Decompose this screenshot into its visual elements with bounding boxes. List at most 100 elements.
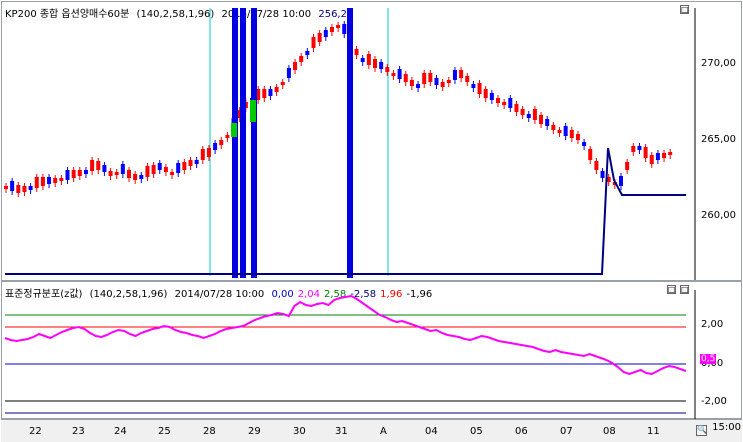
signal-bar	[251, 8, 257, 278]
price-candle-body	[90, 160, 95, 171]
price-candle-body	[108, 171, 113, 176]
price-candle-body	[477, 83, 482, 94]
price-candle-body	[440, 82, 445, 87]
price-candle-body	[563, 126, 568, 136]
price-candle-body	[59, 178, 64, 181]
price-candle-body	[28, 186, 33, 190]
price-candle-body	[569, 130, 574, 138]
price-candle-body	[655, 153, 660, 160]
price-candle-body	[120, 164, 125, 174]
price-candle-body	[385, 67, 390, 72]
price-candle-body	[47, 177, 52, 184]
price-candle-body	[446, 80, 451, 83]
price-candle-body	[366, 54, 371, 65]
price-candle-body	[323, 30, 328, 37]
signal-bar	[232, 8, 238, 278]
price-candle-body	[151, 165, 156, 174]
price-candle-body	[545, 119, 550, 126]
price-candle-body	[434, 78, 439, 85]
price-candle-body	[268, 89, 273, 96]
price-candle-body	[133, 174, 138, 180]
price-candle-body	[465, 76, 470, 82]
chart-canvas	[4, 8, 696, 419]
price-candle-body	[206, 148, 211, 157]
price-candle-body	[40, 177, 45, 186]
price-candle-body	[22, 186, 27, 192]
price-candle-body	[34, 177, 39, 188]
price-candle-body	[496, 98, 500, 103]
price-candle-body	[643, 147, 648, 158]
price-candle-body	[575, 134, 580, 140]
price-candle-body	[83, 170, 88, 174]
price-candle-body	[157, 163, 162, 170]
price-candle-body	[170, 172, 175, 175]
price-candle-body	[600, 171, 605, 178]
price-candle-body	[329, 27, 334, 32]
price-candle-body	[16, 185, 21, 193]
price-candle-body	[305, 51, 310, 55]
price-candle-body	[379, 62, 384, 69]
price-candle-body	[557, 130, 562, 133]
price-candle-body	[594, 161, 599, 170]
price-candle-body	[114, 172, 119, 175]
price-candle-body	[4, 186, 8, 189]
zscore-line	[4, 294, 687, 376]
price-candle-body	[176, 163, 181, 173]
price-candle-body	[354, 49, 359, 55]
price-candle-body	[200, 149, 205, 160]
price-candle-body	[539, 115, 544, 124]
price-candle-body	[471, 84, 476, 88]
price-candle-body	[520, 109, 525, 115]
price-candle-body	[625, 162, 630, 170]
signal-highlight	[231, 123, 237, 137]
price-candle-body	[163, 167, 168, 172]
price-candle-body	[649, 155, 654, 164]
price-candle-body	[428, 73, 433, 82]
price-candle-body	[416, 84, 421, 88]
price-candle-body	[409, 80, 414, 86]
price-candle-body	[489, 93, 494, 100]
price-candle-body	[582, 142, 587, 146]
price-candle-body	[631, 146, 636, 152]
price-candle-body	[452, 70, 457, 80]
price-candle-body	[96, 161, 101, 170]
price-candle-body	[637, 146, 642, 150]
signal-bar	[347, 8, 353, 278]
price-candle-body	[526, 114, 531, 118]
price-candle-body	[286, 68, 291, 78]
price-candle-body	[71, 170, 76, 178]
price-candle-body	[77, 170, 82, 176]
price-candle-body	[127, 170, 131, 178]
price-candle-body	[668, 152, 673, 155]
price-candle-body	[373, 59, 377, 68]
price-candle-body	[274, 87, 279, 92]
price-candle-body	[182, 162, 187, 170]
price-candle-body	[280, 82, 285, 85]
price-candle-body	[219, 140, 224, 145]
price-candle-body	[508, 98, 513, 108]
price-candle-body	[391, 73, 396, 76]
price-candle-body	[262, 89, 267, 98]
price-candle-body	[65, 170, 70, 180]
price-candle-body	[293, 62, 298, 70]
signal-highlight	[250, 100, 256, 122]
price-candle-body	[360, 58, 365, 62]
price-candle-body	[502, 102, 507, 105]
price-candle-body	[551, 125, 556, 130]
price-candle-body	[422, 73, 427, 84]
baseline-signal-line	[5, 147, 686, 275]
price-candle-body	[532, 109, 537, 120]
price-candle-body	[213, 143, 218, 150]
price-candle-body	[188, 160, 193, 166]
price-candle-body	[662, 153, 667, 158]
price-candle-body	[588, 149, 593, 160]
price-candle-body	[145, 166, 150, 177]
price-candle-body	[139, 175, 144, 179]
price-candle-body	[336, 25, 341, 28]
price-candle-body	[311, 37, 316, 48]
price-candle-body	[53, 178, 58, 183]
price-candle-body	[619, 176, 623, 186]
price-candle-body	[225, 135, 230, 138]
price-candle-body	[459, 70, 464, 78]
price-candle-body	[317, 33, 322, 42]
